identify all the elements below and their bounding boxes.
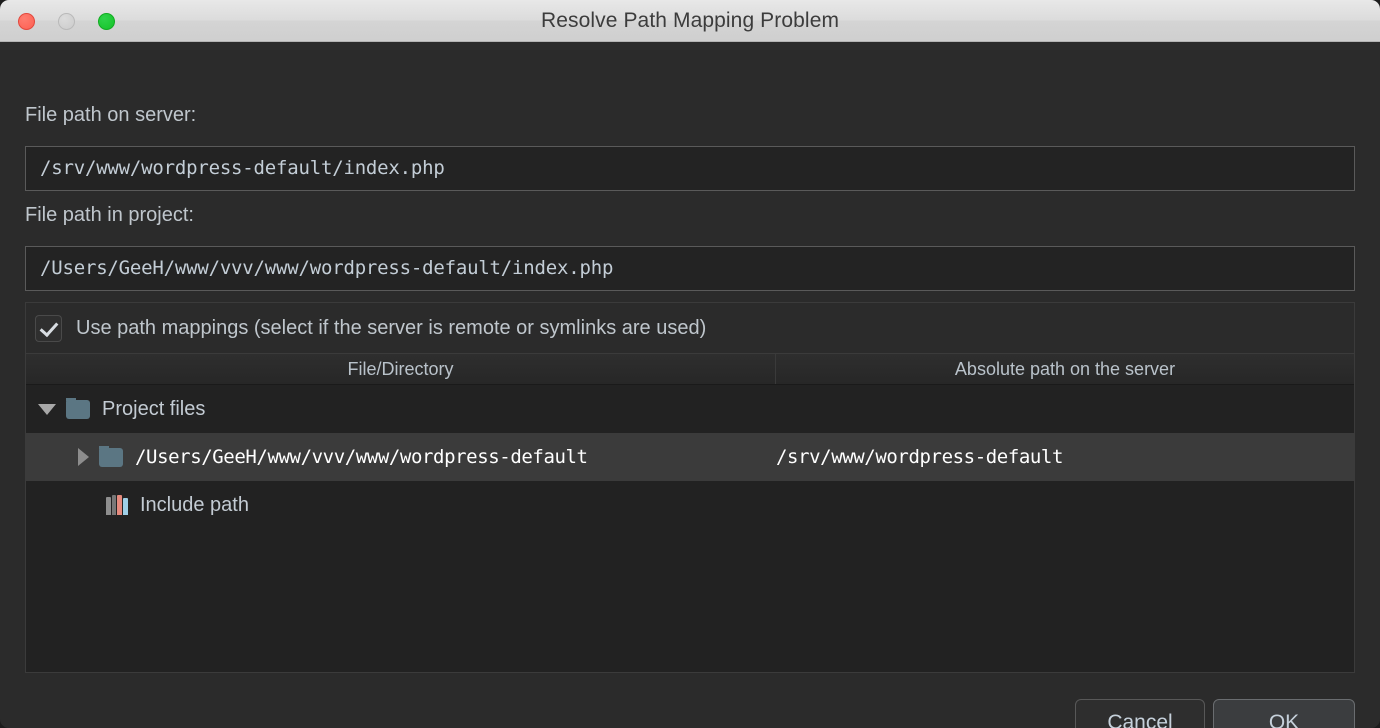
row-label: Project files <box>102 397 206 420</box>
chevron-down-icon[interactable] <box>38 403 56 415</box>
file-path-in-project-label: File path in project: <box>25 204 194 226</box>
path-mappings-table: File/Directory Absolute path on the serv… <box>25 353 1355 673</box>
folder-icon <box>66 397 90 419</box>
table-row[interactable]: Include path <box>26 481 1354 529</box>
row-file-cell: Include path <box>26 494 776 517</box>
dialog-content: File path on server: /srv/www/wordpress-… <box>0 42 1380 728</box>
use-path-mappings-row[interactable]: Use path mappings (select if the server … <box>25 302 1355 353</box>
use-path-mappings-label: Use path mappings (select if the server … <box>76 316 707 339</box>
column-header-absolute-path[interactable]: Absolute path on the server <box>776 354 1354 384</box>
row-file-cell: /Users/GeeH/www/vvv/www/wordpress-defaul… <box>26 446 776 468</box>
row-label: Include path <box>140 493 249 516</box>
ok-button[interactable]: OK <box>1213 699 1355 728</box>
cancel-button[interactable]: Cancel <box>1075 699 1205 728</box>
file-path-on-server-label: File path on server: <box>25 104 197 126</box>
window-title: Resolve Path Mapping Problem <box>540 9 840 32</box>
use-path-mappings-checkbox[interactable] <box>35 314 62 342</box>
library-icon <box>106 495 128 515</box>
dialog-window: Resolve Path Mapping Problem File path o… <box>0 0 1380 728</box>
no-chevron-spacer <box>78 505 96 506</box>
column-header-file-directory[interactable]: File/Directory <box>26 354 776 384</box>
row-file-cell: Project files <box>26 397 776 421</box>
table-row[interactable]: Project files <box>26 385 1354 433</box>
table-header-row: File/Directory Absolute path on the serv… <box>26 354 1354 385</box>
folder-icon <box>99 446 123 467</box>
file-path-on-server-input[interactable]: /srv/www/wordpress-default/index.php <box>25 146 1355 191</box>
chevron-right-icon[interactable] <box>78 448 89 466</box>
row-server-path-cell: /srv/www/wordpress-default <box>776 446 1064 468</box>
row-label: /Users/GeeH/www/vvv/www/wordpress-defaul… <box>135 446 588 468</box>
table-row[interactable]: /Users/GeeH/www/vvv/www/wordpress-defaul… <box>26 433 1354 481</box>
file-path-in-project-input[interactable]: /Users/GeeH/www/vvv/www/wordpress-defaul… <box>25 246 1355 291</box>
window-title-bar: Resolve Path Mapping Problem <box>0 0 1380 42</box>
